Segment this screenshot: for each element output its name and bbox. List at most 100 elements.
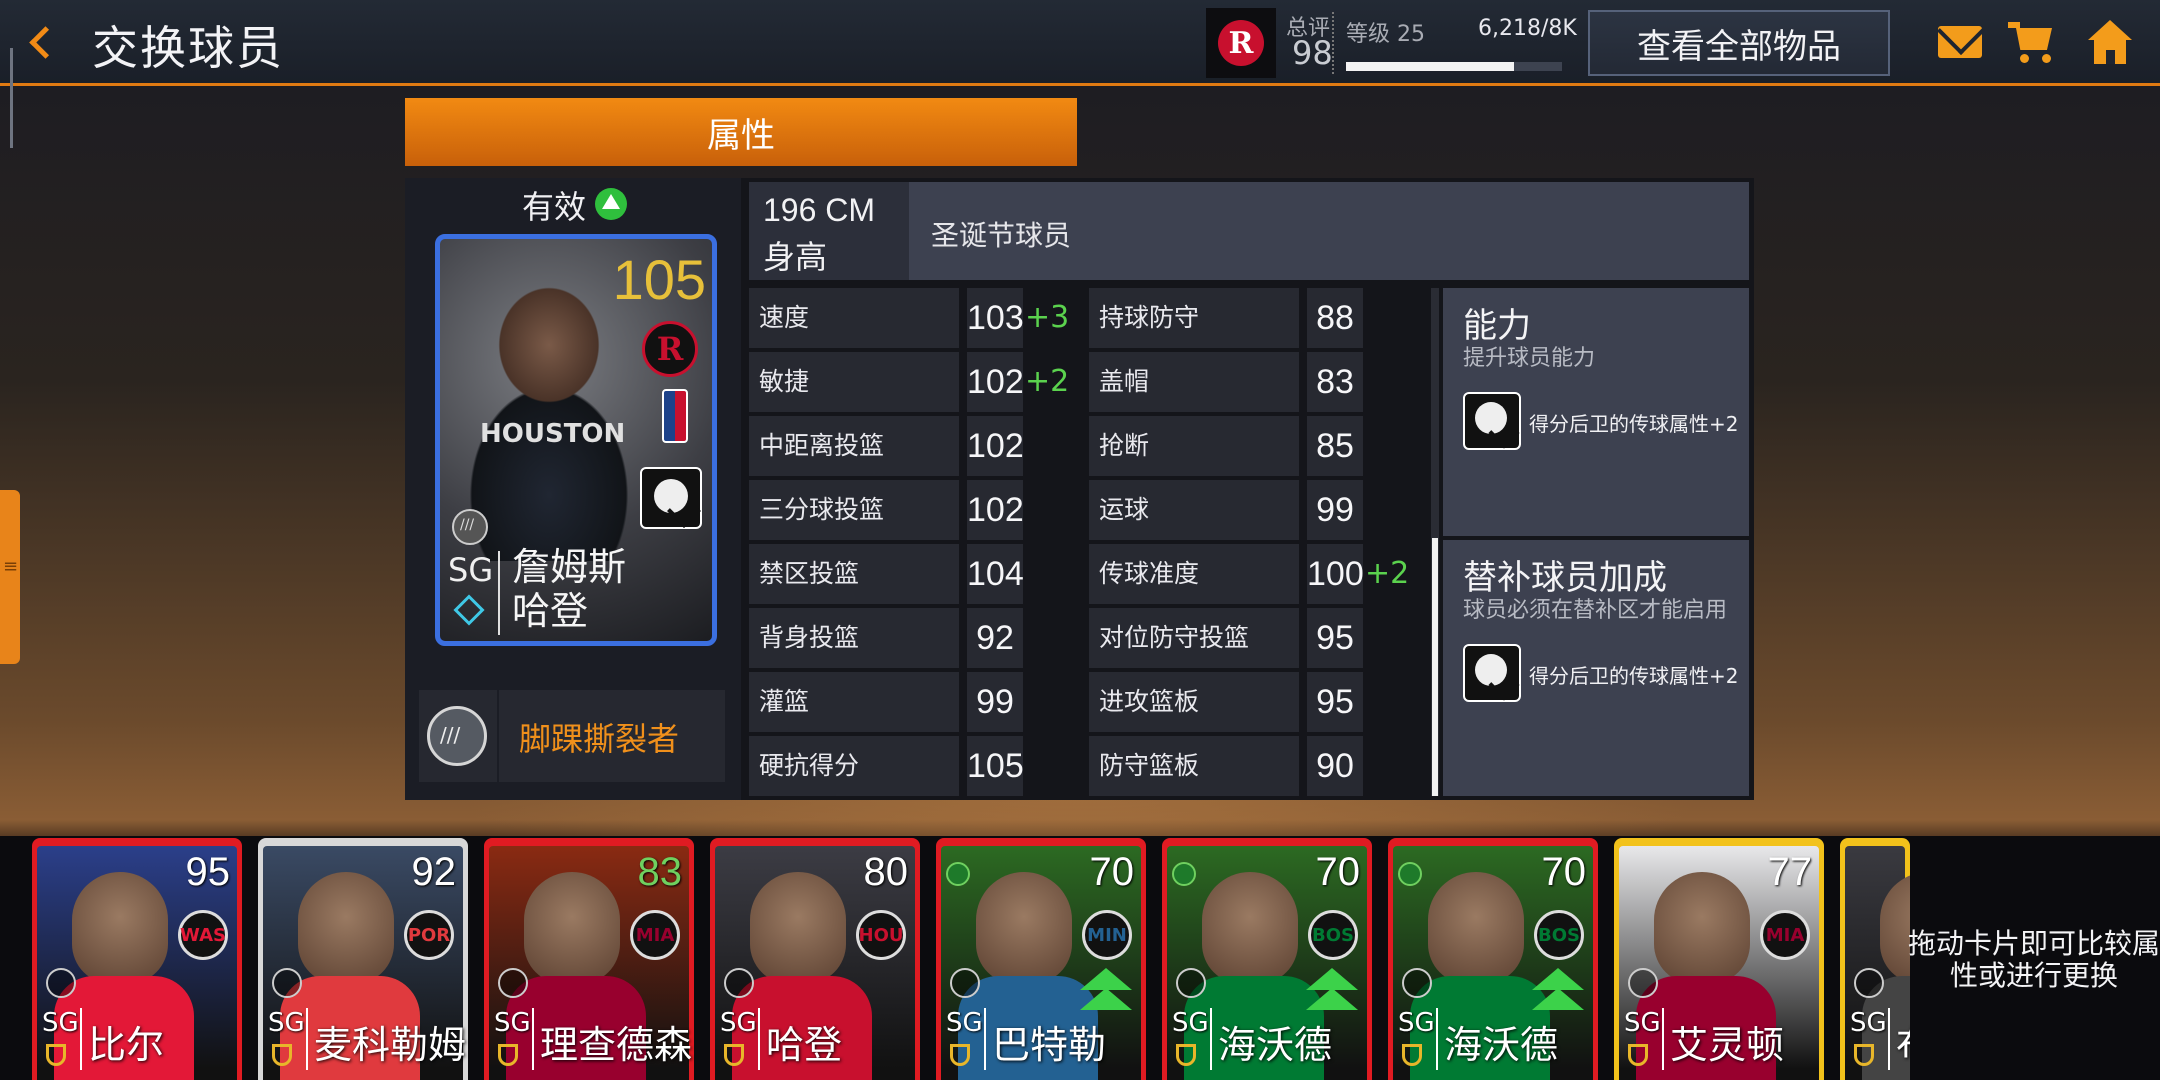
player-photo xyxy=(298,872,394,984)
player-mini-card[interactable]: 77 MIA SG 艾灵顿 xyxy=(1614,838,1824,1080)
player-name: 詹姆斯 哈登 xyxy=(512,545,627,633)
card-tray[interactable]: 95 WAS SG 比尔 92 POR SG 麦科勒姆 83 MIA SG 理查德森 80 HOU SG 哈登… xyxy=(0,836,2160,1080)
stat-bonus xyxy=(1025,736,1069,796)
player-mini-card[interactable]: 92 POR SG 麦科勒姆 xyxy=(258,838,468,1080)
chevron-up-icon xyxy=(1532,988,1584,1010)
badge-icon xyxy=(1854,968,1884,998)
stat-label: 中距离投篮 xyxy=(749,416,959,476)
player-photo xyxy=(72,872,168,984)
stat-label: 硬抗得分 xyxy=(749,736,959,796)
view-all-items-button[interactable]: 查看全部物品 xyxy=(1588,10,1890,76)
side-drawer-handle[interactable] xyxy=(0,490,20,664)
stats-scrollbar[interactable] xyxy=(1431,288,1439,796)
ability-desc: 提升球员能力 xyxy=(1463,346,1596,371)
shield-icon xyxy=(1628,1044,1648,1066)
scroll-indicator xyxy=(10,48,13,148)
player-mini-card[interactable]: 95 WAS SG 比尔 xyxy=(32,838,242,1080)
divider xyxy=(984,1008,986,1070)
ability-effect: 得分后卫的传球属性+2 xyxy=(1529,412,1739,436)
divider xyxy=(758,1008,760,1070)
player-position: SG xyxy=(448,551,494,589)
upgrade-icon xyxy=(946,862,970,886)
team-logo-icon: BOS xyxy=(1534,910,1584,960)
xp-progress-fill xyxy=(1346,62,1515,71)
badge-icon xyxy=(272,968,302,998)
stat-bonus: +2 xyxy=(1365,556,1410,591)
xp-progress-bar xyxy=(1346,62,1562,71)
height-value: 196 CM xyxy=(763,192,876,228)
player-card[interactable]: HOUSTON 105 R SG 詹姆斯哈登 xyxy=(435,234,717,646)
overall-value: 98 xyxy=(1292,34,1333,72)
player-photo xyxy=(524,872,620,984)
stat-label: 敏捷 xyxy=(749,352,959,412)
shield-icon xyxy=(46,1044,66,1066)
stat-value: 95 xyxy=(1307,672,1363,732)
stat-label: 进攻篮板 xyxy=(1089,672,1299,732)
team-logo-icon: POR xyxy=(404,910,454,960)
stat-bonus xyxy=(1025,480,1069,540)
player-photo xyxy=(1654,872,1750,984)
stat-value: 99 xyxy=(1307,480,1363,540)
stat-label: 三分球投篮 xyxy=(749,480,959,540)
stat-bonus xyxy=(1365,352,1409,412)
stat-label: 对位防守投篮 xyxy=(1089,608,1299,668)
stat-value: 100 xyxy=(1307,544,1364,604)
back-icon[interactable] xyxy=(22,20,62,66)
card-position: SG xyxy=(1398,1008,1435,1038)
diamond-icon xyxy=(453,594,485,626)
passing-skill-icon xyxy=(1463,392,1521,450)
card-name: 麦科勒姆 xyxy=(314,1023,467,1067)
stat-value: 88 xyxy=(1307,288,1363,348)
card-name: 海沃德 xyxy=(1444,1023,1559,1067)
card-name: 海沃德 xyxy=(1218,1023,1333,1067)
claw-icon xyxy=(427,706,487,766)
card-position: SG xyxy=(494,1008,531,1038)
badge-icon xyxy=(1402,968,1432,998)
divider xyxy=(80,1008,82,1070)
tab-attributes[interactable]: 属性 xyxy=(405,98,1077,166)
divider xyxy=(498,551,500,635)
card-name: 布 xyxy=(1896,1014,1910,1069)
stat-label: 传球准度 xyxy=(1089,544,1299,604)
player-mini-card[interactable]: 80 HOU SG 哈登 xyxy=(710,838,920,1080)
player-mini-card[interactable]: SG 布 xyxy=(1840,838,1910,1080)
card-position: SG xyxy=(1172,1008,1209,1038)
stat-bonus: +3 xyxy=(1025,300,1070,335)
stat-bonus xyxy=(1365,672,1409,732)
divider xyxy=(1888,1008,1890,1070)
passing-skill-icon xyxy=(640,467,702,529)
divider xyxy=(532,1008,534,1070)
mail-icon[interactable] xyxy=(1936,20,1986,66)
stat-label: 灌篮 xyxy=(749,672,959,732)
stat-bonus xyxy=(1025,672,1069,732)
status-label: 有效 xyxy=(522,188,587,226)
chevron-up-icon xyxy=(1306,988,1358,1010)
scrollbar-thumb[interactable] xyxy=(1432,538,1438,796)
stat-label: 禁区投篮 xyxy=(749,544,959,604)
player-tag-box: 圣诞节球员 xyxy=(909,182,1749,280)
card-rating: 95 xyxy=(185,850,231,894)
team-logo-icon: MIA xyxy=(1760,910,1810,960)
player-mini-card[interactable]: 83 MIA SG 理查德森 xyxy=(484,838,694,1080)
player-mini-card[interactable]: 70 MIN SG 巴特勒 xyxy=(936,838,1146,1080)
stat-label: 抢断 xyxy=(1089,416,1299,476)
badge-icon xyxy=(1628,968,1658,998)
player-mini-card[interactable]: 70 BOS SG 海沃德 xyxy=(1388,838,1598,1080)
shield-icon xyxy=(1402,1044,1422,1066)
rockets-logo-icon: R xyxy=(1218,20,1264,66)
card-position: SG xyxy=(946,1008,983,1038)
height-box: 196 CM 身高 xyxy=(749,182,909,280)
jersey-text: HOUSTON xyxy=(480,419,626,449)
card-name: 巴特勒 xyxy=(992,1023,1107,1067)
card-name: 比尔 xyxy=(88,1023,165,1067)
chevron-up-icon xyxy=(1080,968,1132,990)
stat-label: 运球 xyxy=(1089,480,1299,540)
trait-row[interactable]: 脚踝撕裂者 xyxy=(419,690,725,782)
home-icon[interactable] xyxy=(2086,20,2136,66)
trait-badge-icon xyxy=(452,509,488,545)
badge-icon xyxy=(1176,968,1206,998)
badge-icon xyxy=(46,968,76,998)
player-mini-card[interactable]: 70 BOS SG 海沃德 xyxy=(1162,838,1372,1080)
height-label: 身高 xyxy=(763,238,828,276)
cart-icon[interactable] xyxy=(2008,20,2058,66)
